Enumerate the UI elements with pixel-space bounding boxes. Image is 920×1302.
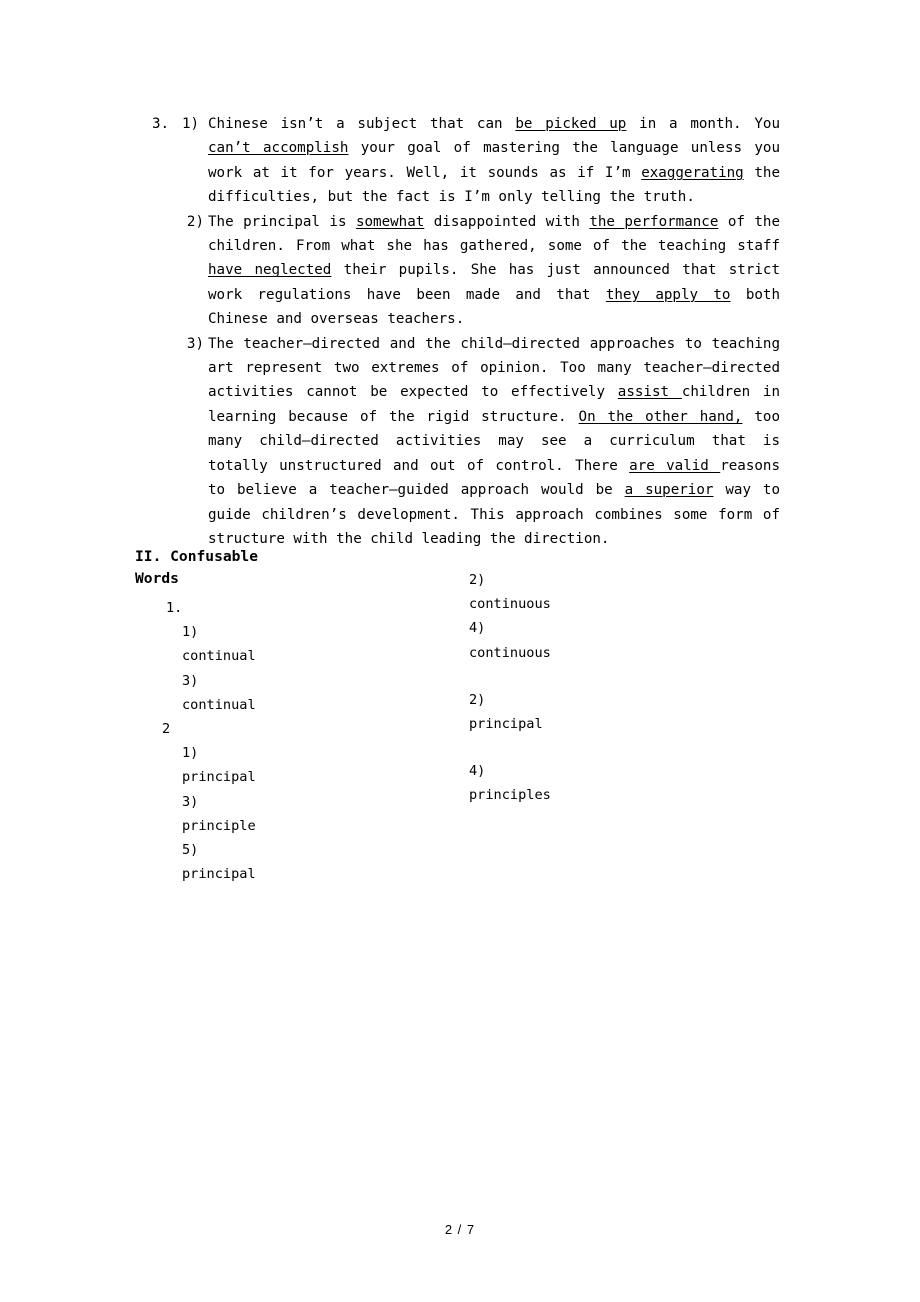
confusable-words-left-column: 1. 1) continual 3) continual 2 1) principal 3) pr… <box>162 596 446 886</box>
list-marker: 4) <box>469 620 486 637</box>
section-two-heading: II. Confusable Words <box>135 548 259 587</box>
underlined-answer: are valid <box>629 457 721 474</box>
underlined-answer: the performance <box>589 213 719 230</box>
list-marker: 3) <box>182 672 199 689</box>
list-marker: 1. <box>166 600 183 616</box>
underlined-answer: they apply to <box>605 286 731 303</box>
list-item: principal <box>469 716 543 733</box>
list-item: principal <box>182 769 256 786</box>
underlined-answer: be picked up <box>515 116 627 132</box>
answer-text-1: Chinese isn’t a subject that can be pick… <box>208 112 780 210</box>
underlined-answer: assist <box>617 384 682 401</box>
list-marker: 1) <box>182 624 199 641</box>
column-spacer <box>469 736 769 759</box>
answer-sub-marker: 2) <box>186 213 204 230</box>
body-text: The principal is <box>208 213 356 230</box>
answer-group-number: 3. <box>152 116 170 132</box>
page-number: 2 / 7 <box>444 1222 476 1237</box>
list-marker: 4) <box>469 763 486 780</box>
body-text: disappointed with <box>424 213 590 230</box>
list-marker: 3) <box>182 793 199 810</box>
underlined-answer: a superior <box>624 482 714 499</box>
list-item: principal <box>182 866 256 883</box>
answer-text-2: The principal is somewhat disappointed w… <box>208 210 780 332</box>
answer-text-3: The teacher–directed and the child–direc… <box>208 332 780 552</box>
list-item: principle <box>182 817 256 834</box>
answer-item: 3) The teacher–directed and the child–di… <box>152 332 780 552</box>
underlined-answer: can’t accomplish <box>208 140 349 157</box>
underlined-answer: have neglected <box>208 262 332 279</box>
underlined-answer: exaggerating <box>641 164 744 181</box>
answer-sub-marker: 1) <box>182 116 200 132</box>
document-page: 3. 1) Chinese isn’t a subject that can b… <box>0 0 920 1302</box>
list-item: continual <box>182 648 256 665</box>
answer-item: 3. 1) Chinese isn’t a subject that can b… <box>152 112 780 210</box>
list-marker: 2) <box>469 691 486 708</box>
list-marker: 2) <box>469 572 486 588</box>
answer-sub-marker: 3) <box>186 335 204 352</box>
body-text: Chinese isn’t a subject that can <box>208 116 516 132</box>
list-item: continual <box>182 696 256 713</box>
list-item: continuous <box>469 644 551 661</box>
confusable-words-right-column: 2) continuous 4) continuous 2) principal 4) pri… <box>469 568 769 808</box>
underlined-answer: On the other hand, <box>578 408 743 425</box>
list-item: principles <box>469 787 551 804</box>
list-marker: 1) <box>182 745 199 762</box>
list-item: continuous <box>469 596 551 613</box>
column-spacer <box>469 665 769 688</box>
list-marker: 5) <box>182 842 199 859</box>
underlined-answer: somewhat <box>355 213 425 230</box>
answer-item: 2) The principal is somewhat disappointe… <box>152 210 780 332</box>
body-text: in a month. You <box>626 116 781 132</box>
list-marker: 2 <box>162 721 171 738</box>
answers-block: 3. 1) Chinese isn’t a subject that can b… <box>152 112 780 551</box>
